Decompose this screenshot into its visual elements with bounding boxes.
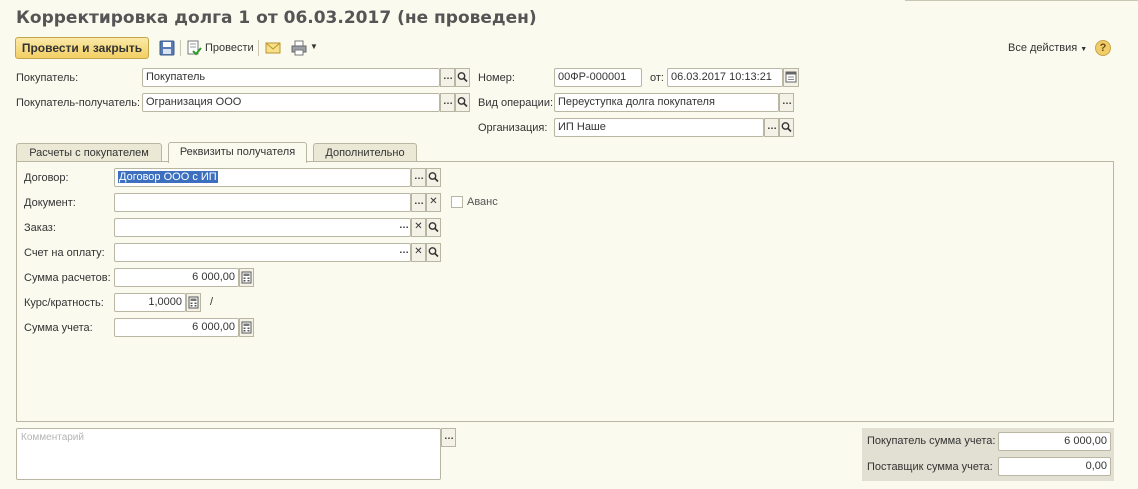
clear-icon[interactable]: ✕ (411, 218, 426, 237)
buyer-field[interactable]: Покупатель (142, 68, 440, 87)
save-icon[interactable] (159, 40, 175, 56)
help-button[interactable]: ? (1095, 40, 1111, 56)
clear-icon[interactable]: ✕ (426, 193, 441, 212)
contract-field[interactable]: Договор ООО с ИП (114, 168, 411, 187)
rate-separator: / (210, 296, 214, 308)
calculator-icon[interactable] (239, 318, 254, 337)
comment-edit-button[interactable]: … (441, 428, 456, 447)
advance-label: Аванс (467, 196, 498, 208)
org-field[interactable]: ИП Наше (554, 118, 764, 137)
recipient-label: Покупатель-получатель: (16, 97, 141, 109)
contract-select-button[interactable]: … (411, 168, 426, 187)
clear-icon[interactable]: ✕ (411, 243, 426, 262)
buyer-sum-label: Покупатель сумма учета: (867, 435, 996, 447)
calculator-icon[interactable] (239, 268, 254, 287)
tab-additional[interactable]: Дополнительно (313, 143, 417, 162)
window-frame-edge (905, 0, 1138, 1)
contract-value: Договор ООО с ИП (118, 171, 218, 183)
rate-label: Курс/кратность: (24, 297, 104, 309)
search-icon[interactable] (426, 243, 441, 262)
org-label: Организация: (478, 122, 548, 134)
chevron-down-icon[interactable]: ▼ (310, 42, 318, 51)
toolbar-separator (258, 40, 259, 56)
supplier-sum-label: Поставщик сумма учета: (867, 461, 993, 473)
post-icon[interactable] (186, 40, 202, 56)
page-title: Корректировка долга 1 от 06.03.2017 (не … (16, 8, 537, 28)
recipient-select-button[interactable]: … (440, 93, 455, 112)
all-actions-button[interactable]: Все действия ▼ (1008, 42, 1087, 54)
sum-label: Сумма расчетов: (24, 272, 111, 284)
document-field[interactable] (114, 193, 411, 212)
org-select-button[interactable]: … (764, 118, 779, 137)
buyer-sum-field: 6 000,00 (998, 432, 1111, 451)
document-select-button[interactable]: … (411, 193, 426, 212)
all-actions-label: Все действия (1008, 42, 1078, 54)
search-icon[interactable] (779, 118, 794, 137)
operation-field[interactable]: Переуступка долга покупателя (554, 93, 779, 112)
number-label: Номер: (478, 72, 515, 84)
comment-field[interactable]: Комментарий (16, 428, 441, 480)
invoice-select-button[interactable]: … (396, 243, 411, 262)
sum-field[interactable]: 6 000,00 (114, 268, 239, 287)
date-field[interactable]: 06.03.2017 10:13:21 (667, 68, 783, 87)
search-icon[interactable] (426, 218, 441, 237)
operation-label: Вид операции: (478, 97, 554, 109)
buyer-label: Покупатель: (16, 72, 79, 84)
operation-select-button[interactable]: … (779, 93, 794, 112)
print-icon[interactable] (291, 40, 307, 56)
contract-label: Договор: (24, 172, 69, 184)
post-and-close-button[interactable]: Провести и закрыть (15, 37, 149, 59)
order-select-button[interactable]: … (396, 218, 411, 237)
mail-icon[interactable] (265, 40, 281, 56)
calculator-icon[interactable] (186, 293, 201, 312)
accounting-sum-field[interactable]: 6 000,00 (114, 318, 239, 337)
invoice-field[interactable] (114, 243, 411, 262)
calendar-icon[interactable] (783, 68, 799, 87)
rate-field[interactable]: 1,0000 (114, 293, 186, 312)
accounting-sum-label: Сумма учета: (24, 322, 93, 334)
advance-checkbox[interactable] (451, 196, 463, 208)
date-label: от: (650, 72, 664, 84)
number-field[interactable]: 00ФР-000001 (554, 68, 642, 87)
tab-recipient-details[interactable]: Реквизиты получателя (168, 142, 307, 163)
post-button[interactable]: Провести (205, 42, 254, 54)
document-label: Документ: (24, 197, 76, 209)
buyer-select-button[interactable]: … (440, 68, 455, 87)
order-label: Заказ: (24, 222, 56, 234)
toolbar-separator (180, 40, 181, 56)
order-field[interactable] (114, 218, 411, 237)
search-icon[interactable] (455, 68, 470, 87)
supplier-sum-field: 0,00 (998, 457, 1111, 476)
chevron-down-icon: ▼ (1080, 46, 1088, 53)
search-icon[interactable] (455, 93, 470, 112)
search-icon[interactable] (426, 168, 441, 187)
tab-settlements[interactable]: Расчеты с покупателем (16, 143, 162, 162)
recipient-field[interactable]: Огранизация ООО (142, 93, 440, 112)
invoice-label: Счет на оплату: (24, 247, 105, 259)
